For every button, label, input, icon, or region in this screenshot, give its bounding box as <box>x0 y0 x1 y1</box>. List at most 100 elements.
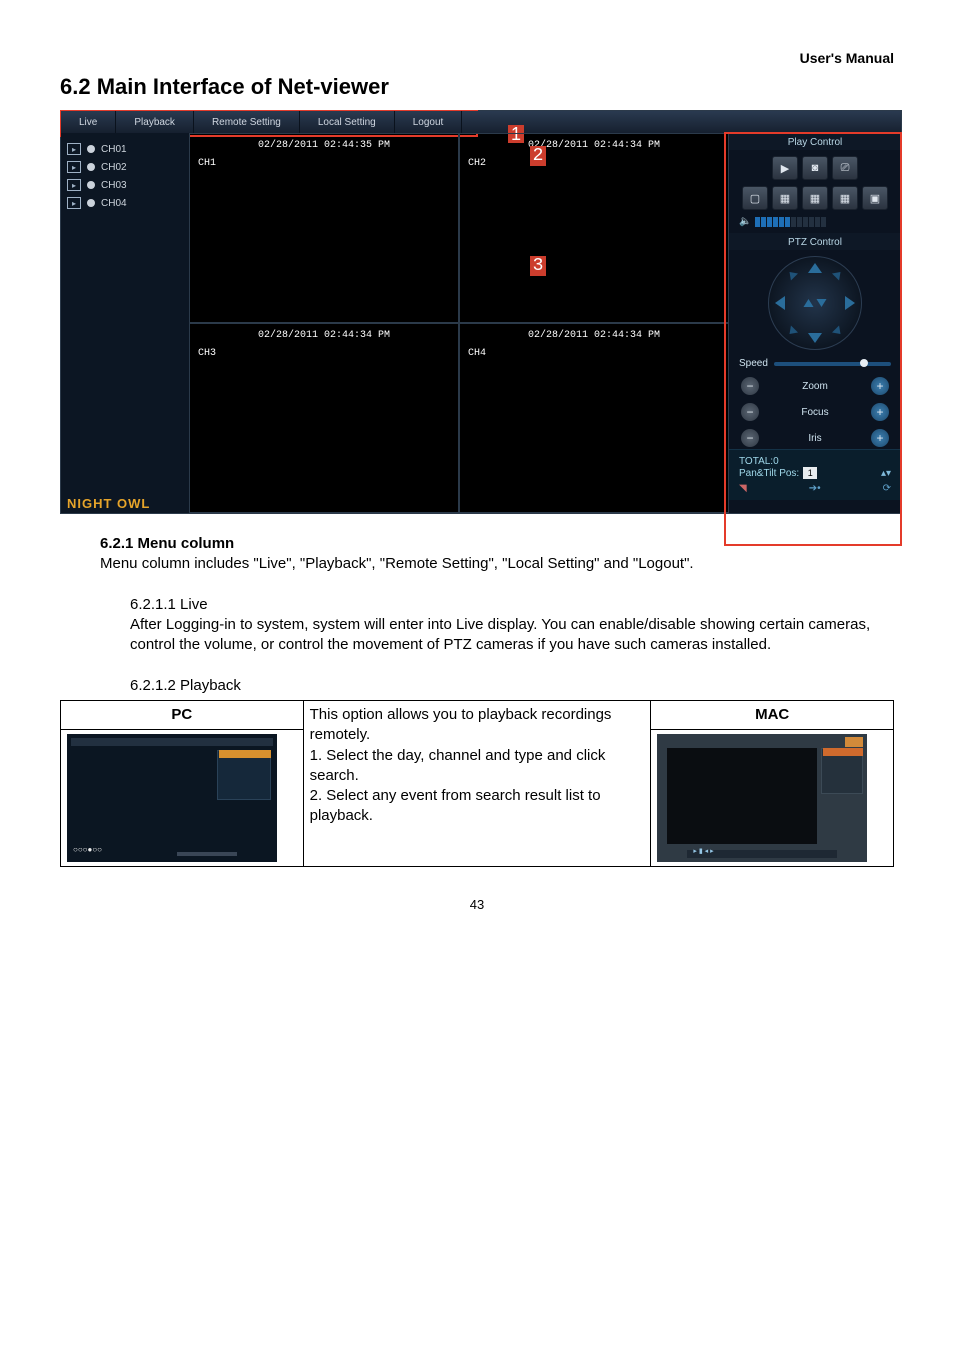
channel-label: CH03 <box>101 180 127 191</box>
section-title: 6.2 Main Interface of Net-viewer <box>60 74 894 100</box>
video-pane[interactable]: 02/28/2011 02:44:35 PM CH1 <box>189 133 459 323</box>
zoom-minus-button[interactable]: − <box>741 377 759 395</box>
speed-label: Speed <box>739 358 768 369</box>
menu-remote-setting[interactable]: Remote Setting <box>194 111 300 133</box>
brand-logo: NIGHT OWL <box>67 496 150 511</box>
ptz-left-icon[interactable] <box>775 296 785 310</box>
preset-save-icon[interactable]: ◥ <box>739 483 747 494</box>
channel-row[interactable]: ▸ CH03 <box>67 179 183 191</box>
speed-slider[interactable] <box>774 362 891 366</box>
channel-overlay: CH1 <box>198 158 216 169</box>
video-pane[interactable]: 02/28/2011 02:44:34 PM CH4 <box>459 323 729 513</box>
record-dot-icon <box>87 181 95 189</box>
netviewer-screenshot: Live Playback Remote Setting Local Setti… <box>60 110 902 514</box>
pantilt-value-input[interactable]: 1 <box>803 467 817 479</box>
preview-icon: ▸ <box>67 161 81 173</box>
ptz-center-up-icon[interactable] <box>804 299 814 307</box>
mac-thumbnail-cell: ▸ ▮ ◂ ▸ <box>651 730 894 867</box>
paragraph-621: Menu column includes "Live", "Playback",… <box>100 554 894 574</box>
pc-thumbnail-cell: ○○○●○○ <box>61 730 304 867</box>
record-button[interactable]: ⎚ <box>832 156 858 180</box>
heading-6211: 6.2.1.1 Live <box>130 595 894 615</box>
pc-playback-thumbnail: ○○○●○○ <box>67 734 277 862</box>
menu-live[interactable]: Live <box>61 111 116 133</box>
ptz-upleft-icon[interactable] <box>786 268 798 280</box>
record-dot-icon <box>87 163 95 171</box>
video-grid: 02/28/2011 02:44:35 PM CH1 02/28/2011 02… <box>189 133 729 513</box>
channel-overlay: CH4 <box>468 348 486 359</box>
channel-label: CH02 <box>101 162 127 173</box>
page-number: 43 <box>60 897 894 912</box>
ptz-center-down-icon[interactable] <box>817 299 827 307</box>
iris-minus-button[interactable]: − <box>741 429 759 447</box>
video-pane[interactable]: 02/28/2011 02:44:34 PM CH2 2 3 <box>459 133 729 323</box>
right-control-panel: Play Control ▶ ◙ ⎚ ▢ ▦ ▦ ▦ ▣ 🔈 <box>729 133 901 513</box>
timestamp: 02/28/2011 02:44:34 PM <box>460 330 728 341</box>
menu-logout[interactable]: Logout <box>395 111 463 133</box>
channel-sidebar: ▸CH01 ▸ CH02 ▸ CH03 ▸ CH04 NIGHT OWL <box>61 133 189 513</box>
channel-row[interactable]: ▸ CH04 <box>67 197 183 209</box>
ptz-direction-pad[interactable] <box>768 256 862 350</box>
paragraph-6211: After Logging-in to system, system will … <box>130 615 894 656</box>
heading-621: 6.2.1 Menu column <box>100 535 234 552</box>
ptz-downright-icon[interactable] <box>832 325 844 337</box>
heading-6212: 6.2.1.2 Playback <box>130 676 894 696</box>
menu-bar: Live Playback Remote Setting Local Setti… <box>61 111 901 133</box>
zoom-label: Zoom <box>802 381 828 392</box>
preview-icon: ▸ <box>67 197 81 209</box>
volume-bars[interactable] <box>755 217 891 227</box>
layout-9-button[interactable]: ▦ <box>802 186 828 210</box>
focus-minus-button[interactable]: − <box>741 403 759 421</box>
preset-clear-icon[interactable]: ⟳ <box>883 483 891 494</box>
ptz-control-title: PTZ Control <box>729 233 901 250</box>
layout-4-button[interactable]: ▦ <box>772 186 798 210</box>
play-button[interactable]: ▶ <box>772 156 798 180</box>
pantilt-label: Pan&Tilt Pos: <box>739 468 799 479</box>
ptz-right-icon[interactable] <box>845 296 855 310</box>
channel-overlay: CH2 <box>468 158 486 169</box>
layout-16-button[interactable]: ▦ <box>832 186 858 210</box>
video-pane[interactable]: 02/28/2011 02:44:34 PM CH3 <box>189 323 459 513</box>
snapshot-button[interactable]: ◙ <box>802 156 828 180</box>
volume-row[interactable]: 🔈 <box>729 216 901 233</box>
menu-local-setting[interactable]: Local Setting <box>300 111 395 133</box>
channel-row[interactable]: ▸CH01 <box>67 143 183 155</box>
header-manual: User's Manual <box>60 50 894 66</box>
ptz-upright-icon[interactable] <box>832 268 844 280</box>
ptz-downleft-icon[interactable] <box>786 325 798 337</box>
table-header-mac: MAC <box>651 701 894 730</box>
callout-2: 2 <box>530 146 546 166</box>
iris-label: Iris <box>808 433 821 444</box>
timestamp: 02/28/2011 02:44:34 PM <box>460 140 728 151</box>
iris-plus-button[interactable]: + <box>871 429 889 447</box>
channel-row[interactable]: ▸ CH02 <box>67 161 183 173</box>
preset-goto-icon[interactable]: ➔• <box>809 483 821 494</box>
record-dot-icon <box>87 145 95 153</box>
channel-overlay: CH3 <box>198 348 216 359</box>
timestamp: 02/28/2011 02:44:35 PM <box>190 140 458 151</box>
zoom-plus-button[interactable]: + <box>871 377 889 395</box>
speaker-icon: 🔈 <box>739 216 751 227</box>
table-header-pc: PC <box>61 701 304 730</box>
focus-label: Focus <box>801 407 828 418</box>
record-dot-icon <box>87 199 95 207</box>
ptz-down-icon[interactable] <box>808 333 822 343</box>
fullscreen-button[interactable]: ▣ <box>862 186 888 210</box>
playback-instr-3: 2. Select any event from search result l… <box>310 786 645 827</box>
timestamp: 02/28/2011 02:44:34 PM <box>190 330 458 341</box>
playback-instr-1: This option allows you to playback recor… <box>310 705 645 746</box>
table-instructions-cell: This option allows you to playback recor… <box>303 701 651 867</box>
playback-table: PC This option allows you to playback re… <box>60 700 894 867</box>
channel-label: CH04 <box>101 198 127 209</box>
preview-icon: ▸ <box>67 179 81 191</box>
ptz-up-icon[interactable] <box>808 263 822 273</box>
layout-1-button[interactable]: ▢ <box>742 186 768 210</box>
menu-playback[interactable]: Playback <box>116 111 194 133</box>
callout-3: 3 <box>530 256 546 276</box>
pantilt-spinner-icon[interactable]: ▴▾ <box>881 468 891 479</box>
mac-playback-thumbnail: ▸ ▮ ◂ ▸ <box>657 734 867 862</box>
playback-instr-2: 1. Select the day, channel and type and … <box>310 746 645 787</box>
play-control-title: Play Control <box>729 133 901 150</box>
total-label: TOTAL:0 <box>739 456 891 467</box>
focus-plus-button[interactable]: + <box>871 403 889 421</box>
